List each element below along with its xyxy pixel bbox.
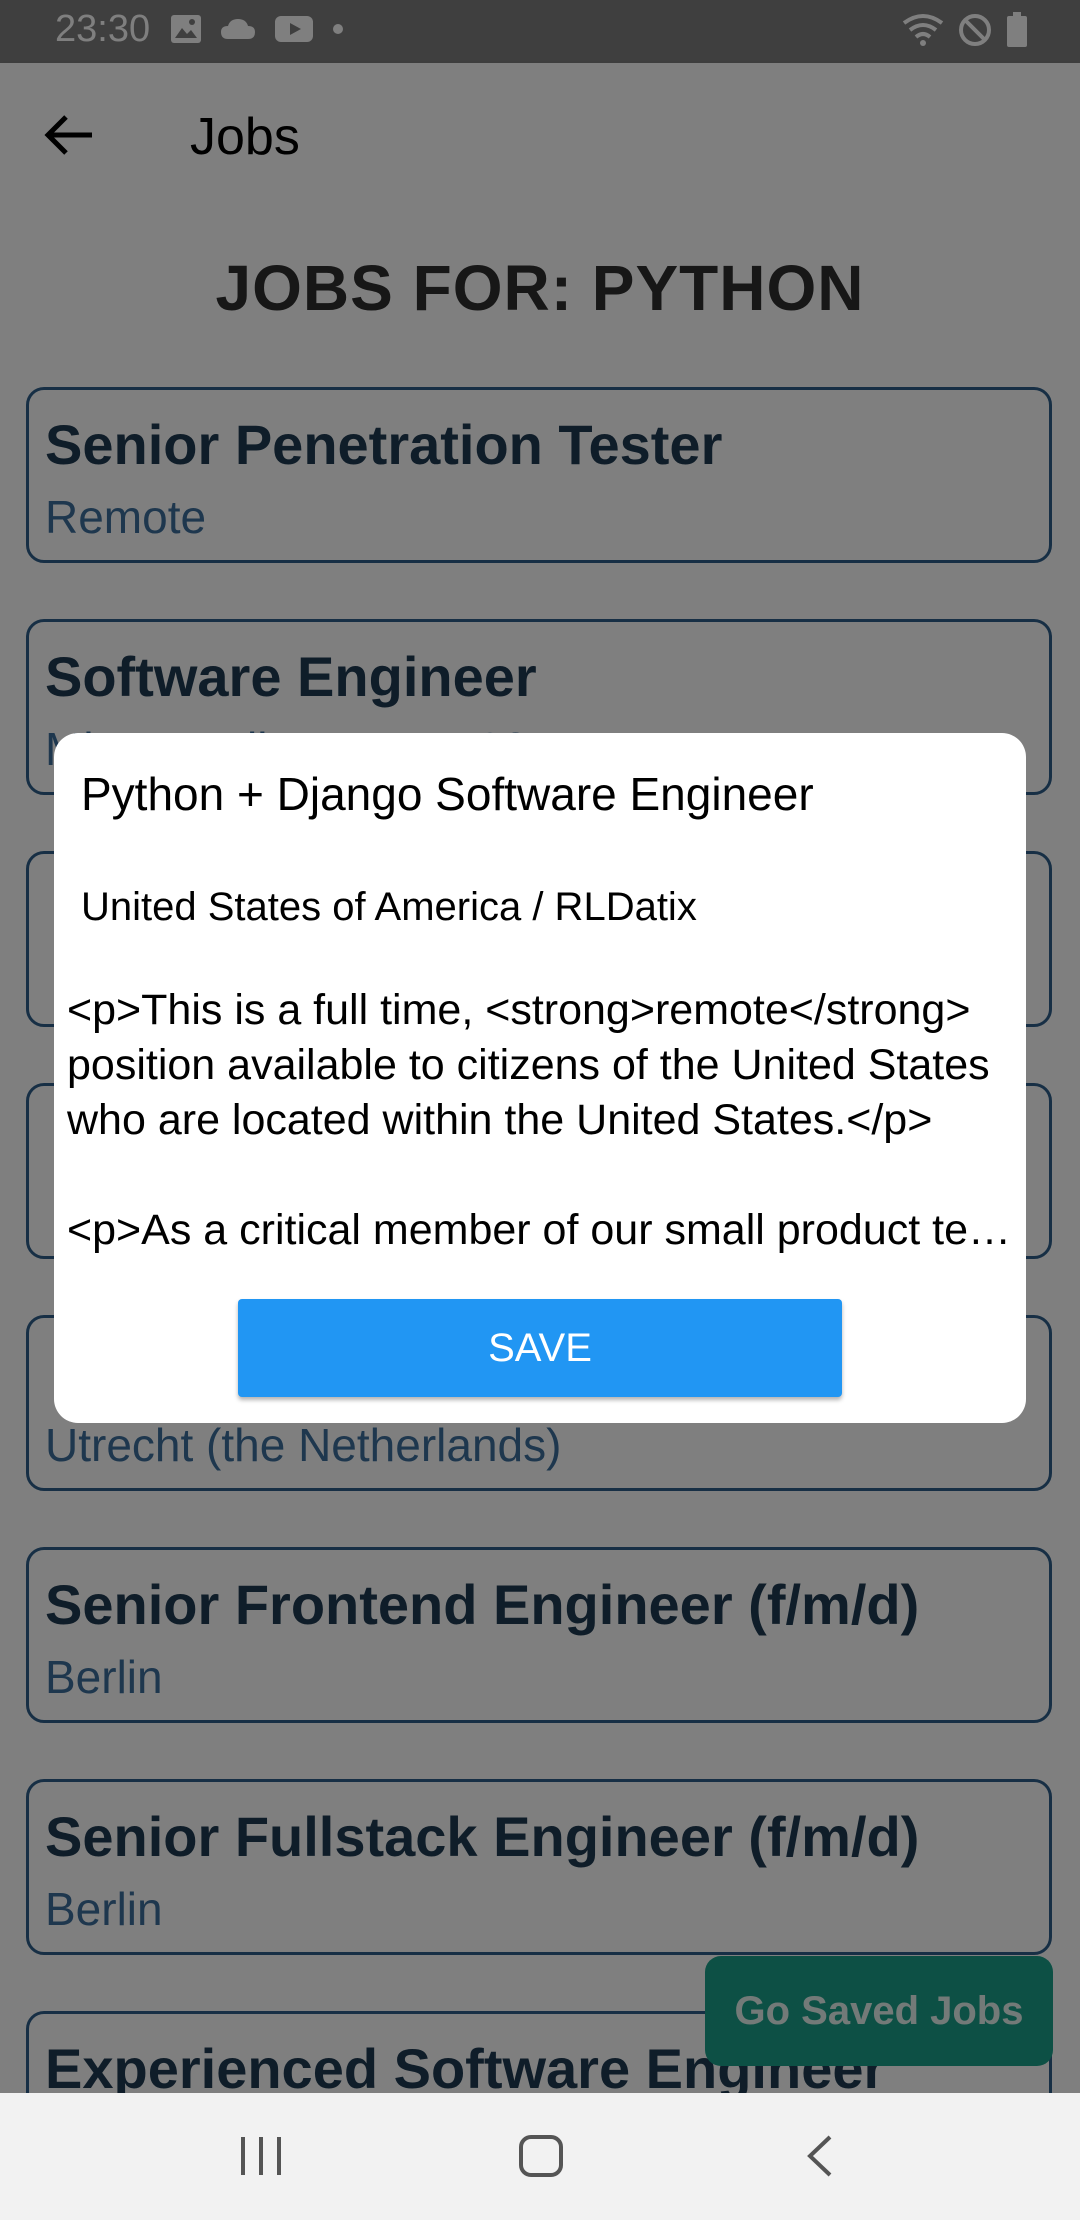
dialog-title: Python + Django Software Engineer — [81, 768, 814, 820]
back-icon[interactable] — [800, 2129, 840, 2188]
save-button[interactable]: SAVE — [238, 1299, 842, 1397]
home-icon[interactable] — [517, 2129, 565, 2188]
dialog-description-truncated: <p>As a critical member of our small pro… — [67, 1206, 1017, 1254]
dialog-description: <p>This is a full time, <strong>remote</… — [67, 986, 990, 1144]
dialog-subtitle: United States of America / RLDatix — [81, 885, 697, 929]
recent-apps-icon[interactable] — [238, 2129, 284, 2188]
job-detail-dialog: Python + Django Software Engineer United… — [54, 733, 1026, 1423]
system-nav-bar — [0, 2093, 1080, 2220]
